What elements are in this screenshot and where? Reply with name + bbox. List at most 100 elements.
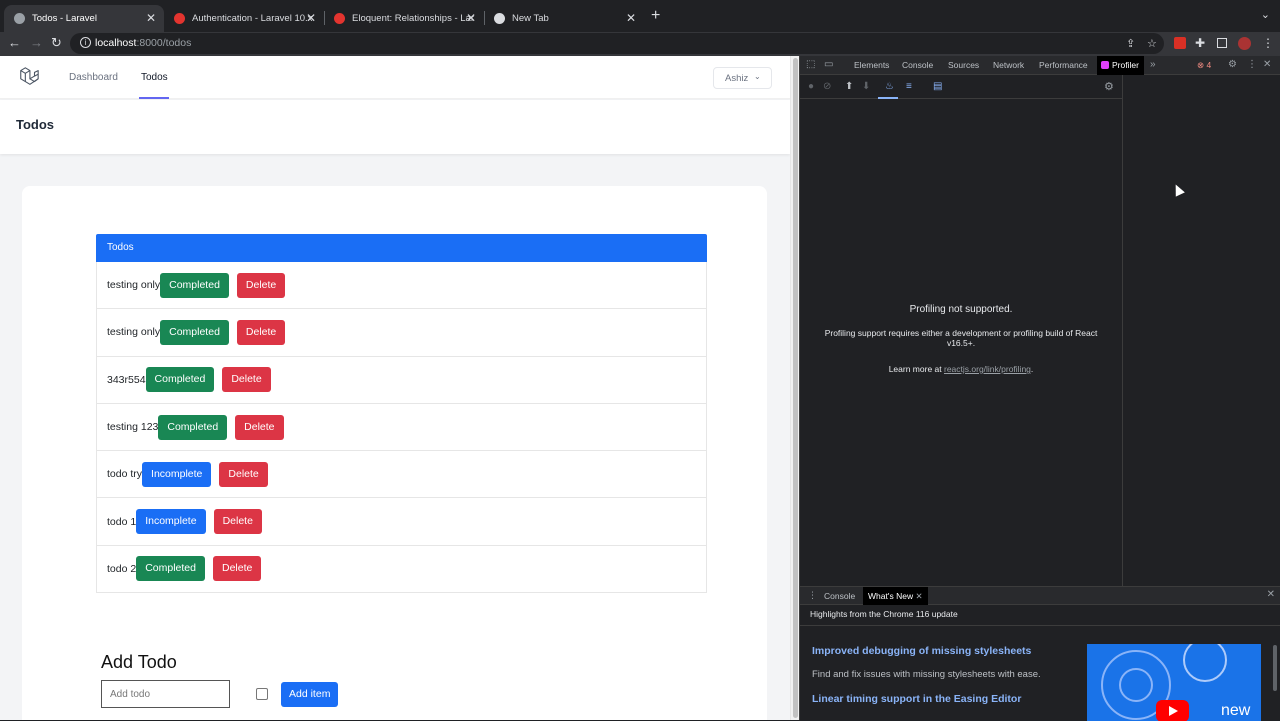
drawer-divider	[800, 625, 1280, 626]
todo-text: todo 2	[107, 562, 137, 575]
reload-profile-icon[interactable]: ⊘	[823, 81, 831, 92]
add-item-button[interactable]: Add item	[281, 682, 339, 707]
laravel-logo-icon[interactable]	[18, 66, 40, 88]
add-todo-input[interactable]: Add todo	[101, 680, 230, 708]
todo-status-button[interactable]: Completed	[136, 556, 205, 582]
device-toolbar-icon[interactable]: ▭	[824, 59, 833, 70]
close-tab-icon[interactable]: ✕	[626, 11, 636, 25]
browser-tab-todos[interactable]: Todos - Laravel ✕	[4, 5, 164, 32]
devtools-tab-sources[interactable]: Sources	[948, 60, 979, 70]
browser-menu-icon[interactable]: ⋮	[1262, 36, 1274, 50]
todo-delete-button[interactable]: Delete	[235, 414, 284, 440]
web-page: Dashboard Todos Ashiz ⌄ Todos Todos test…	[0, 56, 790, 720]
todo-delete-button[interactable]: Delete	[236, 272, 286, 298]
todo-delete-button[interactable]: Delete	[222, 367, 271, 393]
devtools-tab-network[interactable]: Network	[993, 60, 1024, 70]
chevron-down-icon: ⌄	[754, 72, 761, 81]
close-tab-icon[interactable]: ✕	[466, 11, 476, 25]
nav-link-dashboard[interactable]: Dashboard	[69, 72, 118, 83]
drawer-menu-icon[interactable]: ⋮	[808, 590, 817, 601]
side-panel-icon[interactable]	[1217, 38, 1227, 48]
todo-status-button[interactable]: Incomplete	[142, 461, 212, 487]
ranked-chart-icon[interactable]: ≡	[906, 81, 912, 92]
todo-text: todo try	[107, 468, 143, 481]
close-drawer-icon[interactable]: ✕	[1267, 589, 1275, 600]
settings-gear-icon[interactable]: ⚙	[1228, 59, 1237, 70]
devtools-drawer: ⋮ Console What's New ✕ ✕ Highlights from…	[800, 586, 1280, 721]
close-tab-icon[interactable]: ✕	[146, 11, 156, 25]
todo-row: 343r554 Completed Delete	[96, 356, 707, 404]
todo-status-button[interactable]: Completed	[160, 272, 229, 298]
devtools-tab-elements[interactable]: Elements	[854, 60, 889, 70]
todo-row: testing only Completed Delete	[96, 309, 707, 357]
todo-status-button[interactable]: Completed	[158, 414, 228, 440]
browser-tab-newtab[interactable]: New Tab ✕	[484, 5, 644, 32]
nav-link-todos[interactable]: Todos	[141, 72, 168, 83]
react-profiler-icon	[1101, 61, 1109, 69]
back-arrow-icon[interactable]: ←	[8, 35, 21, 50]
save-profile-icon[interactable]: ⬇	[862, 81, 870, 92]
load-profile-icon[interactable]: ⬆	[845, 81, 853, 92]
new-tab-plus-icon[interactable]: +	[651, 7, 660, 25]
tab-search-chevron-icon[interactable]: ⌄	[1261, 8, 1270, 21]
share-icon[interactable]: ⇪	[1126, 37, 1135, 50]
record-icon[interactable]: ●	[808, 81, 814, 92]
todo-status-button[interactable]: Completed	[160, 319, 229, 345]
todo-status-button[interactable]: Completed	[145, 367, 215, 393]
add-todo-checkbox[interactable]	[256, 688, 268, 700]
youtube-play-icon[interactable]	[1156, 700, 1189, 721]
drawer-tab-console[interactable]: Console	[824, 591, 855, 601]
profile-avatar-icon[interactable]	[1238, 37, 1251, 50]
todo-text: testing only	[107, 279, 161, 292]
laravel-favicon-icon	[174, 13, 185, 24]
browser-toolbar: ← → ↻ i localhost:8000/todos ⇪ ☆ ✚ ⋮	[0, 32, 1280, 56]
browser-tab-eloquent[interactable]: Eloquent: Relationships - Lara ✕	[324, 5, 484, 32]
more-tabs-chevron-icon[interactable]: »	[1150, 59, 1156, 70]
learn-more-link[interactable]: reactjs.org/link/profiling	[944, 364, 1031, 374]
error-count-badge[interactable]: ⊗ 4	[1197, 60, 1211, 71]
address-bar[interactable]: i localhost:8000/todos ⇪ ☆	[70, 33, 1164, 54]
thumbnail-new-label: new	[1221, 702, 1251, 719]
site-info-icon[interactable]: i	[80, 37, 91, 48]
user-dropdown-button[interactable]: Ashiz ⌄	[713, 67, 772, 89]
decorative-ring	[1183, 644, 1227, 682]
bookmark-star-icon[interactable]: ☆	[1147, 37, 1157, 50]
profiler-settings-gear-icon[interactable]: ⚙	[1104, 80, 1114, 93]
close-tab-icon[interactable]: ✕	[306, 11, 316, 25]
tab-label: Todos - Laravel	[32, 13, 97, 24]
extensions-puzzle-icon[interactable]: ✚	[1195, 36, 1205, 50]
page-scrollbar-thumb[interactable]	[793, 58, 798, 718]
drawer-tab-whats-new[interactable]: What's New ✕	[863, 587, 928, 605]
forward-arrow-icon[interactable]: →	[30, 35, 43, 50]
timeline-icon[interactable]: ▤	[933, 81, 942, 92]
todo-delete-button[interactable]: Delete	[236, 319, 286, 345]
learn-more-prefix: Learn more at	[888, 364, 944, 374]
active-nav-indicator	[139, 97, 169, 99]
reload-icon[interactable]: ↻	[51, 35, 62, 51]
whats-new-item-title[interactable]: Linear timing support in the Easing Edit…	[812, 693, 1021, 705]
profiler-split-divider[interactable]	[1122, 75, 1123, 586]
todo-status-button[interactable]: Incomplete	[136, 509, 206, 535]
app-navbar: Dashboard Todos Ashiz ⌄	[0, 56, 790, 99]
todo-delete-button[interactable]: Delete	[213, 509, 262, 535]
devtools-tab-console[interactable]: Console	[902, 60, 933, 70]
whats-new-item-title[interactable]: Improved debugging of missing stylesheet…	[812, 645, 1031, 657]
extension-icon[interactable]	[1174, 37, 1186, 49]
devtools-tab-performance[interactable]: Performance	[1039, 60, 1088, 70]
browser-tab-auth[interactable]: Authentication - Laravel 10.x - ✕	[164, 5, 324, 32]
drawer-scrollbar-thumb[interactable]	[1273, 645, 1277, 691]
error-count: 4	[1206, 60, 1212, 70]
devtools-tab-profiler[interactable]: Profiler	[1097, 56, 1144, 75]
todo-row: testing only Completed Delete	[96, 262, 707, 310]
active-view-indicator	[878, 97, 898, 99]
inspect-element-icon[interactable]: ⬚	[806, 59, 815, 70]
flamegraph-icon[interactable]: ♨	[885, 81, 894, 92]
page-scrollbar[interactable]	[790, 56, 799, 720]
devtools-menu-icon[interactable]: ⋮	[1247, 59, 1257, 70]
todo-delete-button[interactable]: Delete	[212, 556, 262, 582]
todo-delete-button[interactable]: Delete	[219, 461, 268, 487]
whats-new-video-thumbnail[interactable]: new	[1087, 644, 1261, 721]
close-devtools-icon[interactable]: ✕	[1263, 59, 1271, 70]
close-drawer-tab-icon[interactable]: ✕	[915, 591, 922, 601]
tab-label: Authentication - Laravel 10.x -	[192, 13, 314, 24]
